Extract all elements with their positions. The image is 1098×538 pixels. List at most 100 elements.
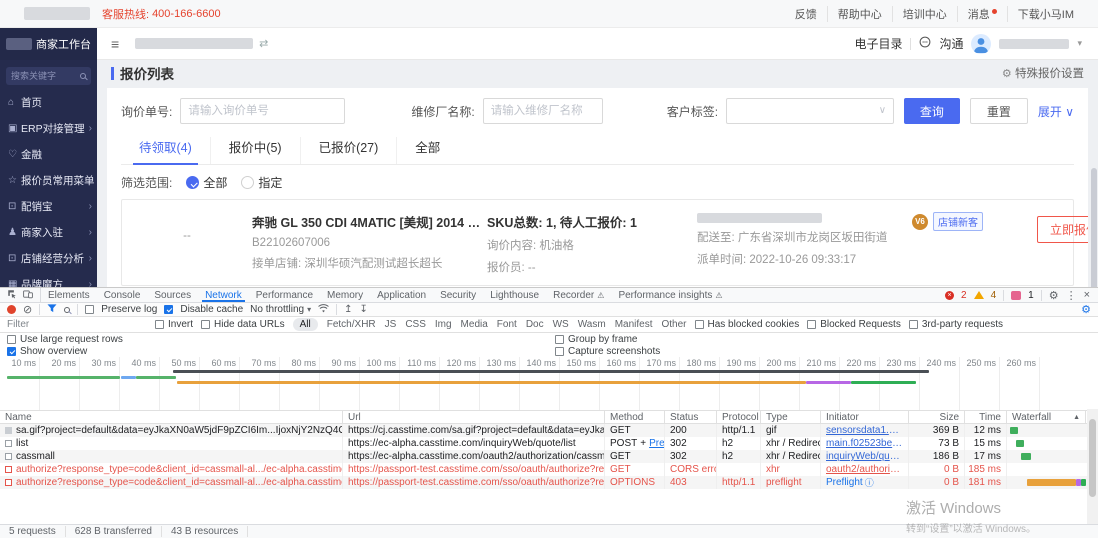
network-request-row[interactable]: sa.gif?project=default&data=eyJkaXN0aW5j…	[0, 424, 1098, 437]
devtools-tab[interactable]: Performance⚠	[249, 288, 320, 302]
hamburger-menu-icon[interactable]: ≡	[111, 36, 119, 52]
column-protocol[interactable]: Protocol	[717, 411, 761, 423]
column-status[interactable]: Status	[665, 411, 717, 423]
request-type-filter[interactable]: Font	[497, 319, 517, 330]
special-quote-settings-link[interactable]: ⚙ 特殊报价设置	[1002, 65, 1084, 81]
devtools-tab[interactable]: Elements⚠	[41, 288, 97, 302]
sidebar-item[interactable]: ☆ 报价员常用菜单 ›	[0, 167, 97, 193]
column-type[interactable]: Type	[761, 411, 821, 423]
network-conditions-icon[interactable]	[318, 303, 329, 316]
group-by-frame-checkbox[interactable]: Group by frame	[555, 334, 637, 345]
disable-cache-checkbox[interactable]	[164, 305, 174, 314]
garage-name-input[interactable]	[482, 98, 603, 124]
devtools-tab[interactable]: Network⚠	[198, 288, 249, 302]
request-type-filter[interactable]: Manifest	[615, 319, 653, 330]
request-type-filter[interactable]: JS	[385, 319, 397, 330]
warning-badge-icon[interactable]	[973, 291, 984, 299]
capture-screenshots-checkbox[interactable]: Capture screenshots	[555, 346, 660, 357]
network-request-row[interactable]: authorize?response_type=code&client_id=c…	[0, 476, 1098, 489]
devtools-tab[interactable]: Application⚠	[370, 288, 433, 302]
filter-funnel-icon[interactable]	[47, 303, 57, 316]
page-scrollbar[interactable]	[1091, 168, 1097, 287]
network-request-row[interactable]: list https://ec-alpha.casstime.com/inqui…	[0, 437, 1098, 450]
record-network-log-icon[interactable]	[7, 305, 16, 314]
devtools-tab[interactable]: Performance insights ⚠	[611, 288, 729, 302]
customer-tag-select[interactable]: ∨	[726, 98, 895, 124]
sidebar-item[interactable]: ♡ 金融 ›	[0, 141, 97, 167]
devtools-tab[interactable]: Recorder ⚠	[546, 288, 611, 302]
initiator-link[interactable]: inquiryWeb/quote/list	[826, 451, 903, 462]
request-type-filter[interactable]: Img	[435, 319, 452, 330]
has-blocked-cookies-checkbox[interactable]: Has blocked cookies	[694, 319, 799, 330]
devtools-settings-icon[interactable]: ⚙	[1049, 289, 1059, 302]
sidebar-item[interactable]: ⌂ 首页 ›	[0, 89, 97, 115]
preserve-log-checkbox[interactable]	[85, 305, 95, 314]
quote-status-tab[interactable]: 待领取(4)	[121, 137, 210, 165]
devtools-tab[interactable]: Console⚠	[97, 288, 148, 302]
quote-now-button[interactable]: 立即报价	[1037, 215, 1088, 243]
request-type-filter[interactable]: WS	[553, 319, 569, 330]
devtools-tab[interactable]: Memory⚠	[320, 288, 370, 302]
sidebar-item[interactable]: ▣ ERP对接管理 ›	[0, 115, 97, 141]
invert-checkbox[interactable]: Invert	[155, 319, 193, 330]
devtools-scrollbar[interactable]	[1087, 409, 1098, 525]
quote-status-tab[interactable]: 报价中(5)	[209, 137, 300, 164]
scope-radio-option[interactable]: 全部	[186, 174, 227, 191]
switch-account-icon[interactable]: ⇄	[259, 37, 268, 50]
sidebar-item[interactable]: ▦ 品牌魔方 ›	[0, 271, 97, 288]
blocked-requests-checkbox[interactable]: Blocked Requests	[807, 319, 901, 330]
error-badge-icon[interactable]: ×	[945, 290, 954, 300]
quote-status-tab[interactable]: 全部	[396, 137, 458, 164]
export-har-icon[interactable]: ↧	[360, 304, 368, 315]
user-avatar[interactable]	[971, 33, 992, 54]
initiator-link[interactable]: oauth2/authorization/cass...	[826, 464, 903, 475]
chat-link[interactable]: 沟通	[939, 35, 963, 52]
close-devtools-icon[interactable]: ×	[1084, 289, 1090, 301]
request-type-filter[interactable]: Doc	[526, 319, 544, 330]
use-large-rows-checkbox[interactable]: Use large request rows	[7, 334, 123, 345]
topbar-link[interactable]: 培训中心	[891, 5, 957, 22]
sidebar-search-input[interactable]	[11, 71, 80, 81]
network-settings-gear-icon[interactable]: ⚙	[1081, 303, 1091, 316]
quote-status-tab[interactable]: 已报价(27)	[299, 137, 397, 164]
request-type-filter[interactable]: Wasm	[578, 319, 606, 330]
network-filter-input[interactable]	[7, 319, 147, 330]
search-button[interactable]: 查询	[903, 98, 960, 124]
sidebar-item[interactable]: ⊡ 店铺经营分析 ›	[0, 245, 97, 271]
column-waterfall[interactable]: Waterfall ▲	[1007, 411, 1086, 423]
company-name-redacted[interactable]	[135, 38, 254, 49]
chevron-down-icon[interactable]: ▾	[1077, 38, 1082, 49]
scope-radio-option[interactable]: 指定	[241, 174, 282, 191]
clear-network-log-icon[interactable]: ⊘	[23, 304, 32, 315]
initiator-link[interactable]: main.f02523be.js:25	[826, 438, 903, 449]
preflight-link[interactable]: Preflight	[649, 438, 664, 449]
network-request-row[interactable]: authorize?response_type=code&client_id=c…	[0, 463, 1098, 476]
hide-data-urls-checkbox[interactable]: Hide data URLs	[201, 319, 285, 330]
topbar-link[interactable]: 帮助中心	[826, 5, 892, 22]
issues-icon[interactable]	[1011, 290, 1022, 300]
search-network-icon[interactable]	[64, 306, 71, 313]
column-name[interactable]: Name	[0, 411, 343, 423]
request-type-filter[interactable]: Fetch/XHR	[327, 319, 376, 330]
devtools-tab[interactable]: Sources⚠	[147, 288, 198, 302]
request-type-filter[interactable]: All	[292, 318, 318, 331]
show-overview-checkbox[interactable]: Show overview	[7, 346, 87, 357]
reset-button[interactable]: 重置	[969, 98, 1028, 124]
column-method[interactable]: Method	[605, 411, 665, 423]
import-har-icon[interactable]: ↥	[344, 304, 352, 315]
sidebar-item[interactable]: ⊡ 配销宝 ›	[0, 193, 97, 219]
request-type-filter[interactable]: CSS	[405, 319, 426, 330]
initiator-preflight-link[interactable]: Preflight	[826, 477, 863, 488]
topbar-link[interactable]: 消息	[956, 5, 1007, 22]
column-url[interactable]: Url	[343, 411, 605, 423]
column-initiator[interactable]: Initiator	[821, 411, 909, 423]
initiator-link[interactable]: sensorsdata1.19.4.min.js:1	[826, 425, 903, 436]
topbar-link[interactable]: 下载小马IM	[1006, 5, 1084, 22]
devtools-tab[interactable]: Security⚠	[433, 288, 483, 302]
request-type-filter[interactable]: Media	[461, 319, 488, 330]
devtools-tab[interactable]: Lighthouse⚠	[483, 288, 546, 302]
more-options-icon[interactable]: ⋮	[1066, 289, 1077, 302]
network-request-row[interactable]: cassmall https://ec-alpha.casstime.com/o…	[0, 450, 1098, 463]
column-size[interactable]: Size	[909, 411, 965, 423]
inquiry-no-input[interactable]	[180, 98, 346, 124]
